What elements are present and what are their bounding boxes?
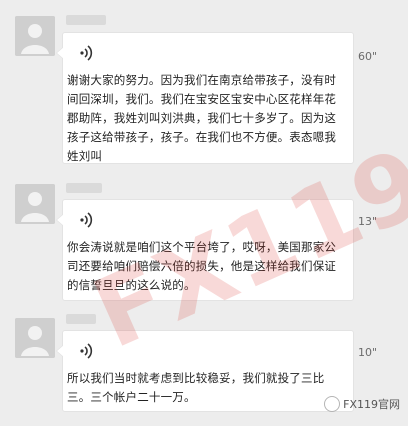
- speech-transcript: 谢谢大家的努力。因为我们在南京给带孩子，没有时间回深圳，我们。我们在宝安区宝安中…: [67, 73, 337, 163]
- sender-name-blurred: [66, 183, 102, 193]
- voice-wave-icon: [80, 45, 93, 61]
- voice-duration: 60": [358, 50, 378, 63]
- default-avatar-icon: [15, 318, 55, 358]
- voice-wave-icon: [80, 212, 93, 228]
- avatar[interactable]: [15, 184, 55, 224]
- logo-label: FX119官网: [343, 398, 400, 411]
- default-avatar-icon: [15, 184, 55, 224]
- fx119-logo: FX119官网: [324, 396, 400, 412]
- voice-bubble[interactable]: 你会涛说就是咱们这个平台垮了，哎呀，美国那家公司还要给咱们赔偿六倍的损失，他是这…: [56, 199, 354, 301]
- sender-name-blurred: [66, 314, 96, 324]
- avatar[interactable]: [15, 318, 55, 358]
- sender-name-blurred: [66, 15, 106, 25]
- wechat-official-icon: [324, 396, 341, 412]
- avatar[interactable]: [15, 16, 55, 56]
- voice-duration: 10": [358, 346, 378, 359]
- voice-duration: 13": [358, 215, 378, 228]
- voice-bubble[interactable]: 所以我们当时就考虑到比较稳妥，我们就投了三比三。三个帐户二十一万。: [56, 330, 354, 412]
- speech-transcript: 你会涛说就是咱们这个平台垮了，哎呀，美国那家公司还要给咱们赔偿六倍的损失，他是这…: [67, 240, 337, 292]
- speech-transcript: 所以我们当时就考虑到比较稳妥，我们就投了三比三。三个帐户二十一万。: [67, 371, 325, 404]
- voice-wave-icon: [80, 343, 93, 359]
- default-avatar-icon: [15, 16, 55, 56]
- voice-bubble[interactable]: 谢谢大家的努力。因为我们在南京给带孩子，没有时间回深圳，我们。我们在宝安区宝安中…: [56, 32, 354, 164]
